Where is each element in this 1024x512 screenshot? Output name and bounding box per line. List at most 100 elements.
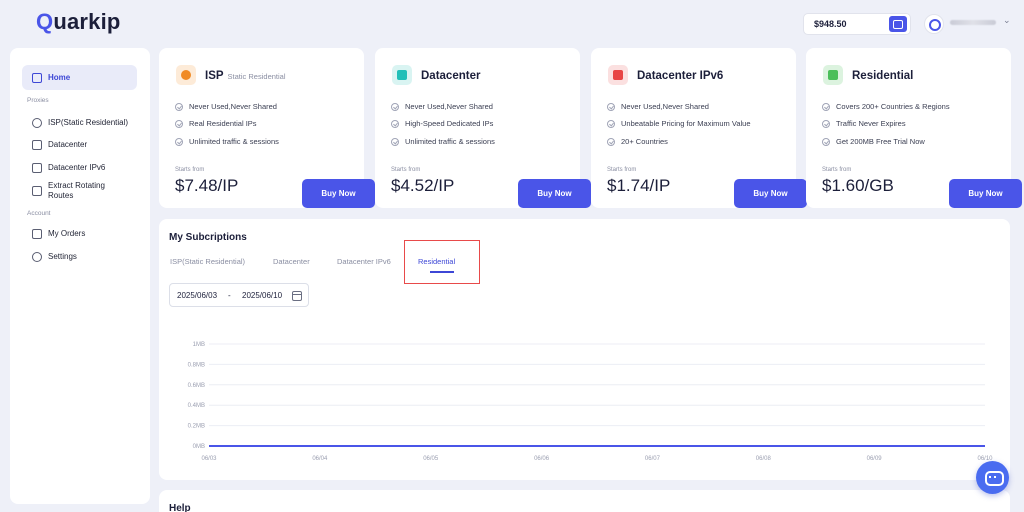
y-tick-label: 0.8MB <box>188 362 205 368</box>
starts-from-label: Starts from <box>607 167 637 173</box>
sidebar: Home Proxies ISP(Static Residential) Dat… <box>10 48 150 504</box>
help-title: Help <box>169 503 191 512</box>
starts-from-label: Starts from <box>391 167 421 173</box>
usage-chart: 0MB 0.2MB 0.4MB 0.6MB 0.8MB 1MB 06/03 06/04 06/0… <box>188 342 994 462</box>
check-icon <box>391 119 399 128</box>
section-proxies: Proxies <box>27 97 49 104</box>
check-icon <box>822 102 830 111</box>
x-tick-label: 06/06 <box>534 456 550 462</box>
top-header: Quarkip $948.50 ⌄ <box>0 0 1024 46</box>
feature-item: Never Used,Never Shared <box>391 102 493 111</box>
sidebar-item-my-orders[interactable]: My Orders <box>22 221 137 246</box>
server-icon <box>32 139 42 150</box>
check-icon <box>391 102 399 111</box>
product-card-residential: Residential Covers 200+ Countries & Regi… <box>806 48 1022 208</box>
feature-item: Unbeatable Pricing for Maximum Value <box>607 119 751 128</box>
buy-now-button[interactable]: Buy Now <box>302 179 375 208</box>
home-icon <box>32 72 42 83</box>
quarkip-logo[interactable]: Quarkip <box>36 9 121 35</box>
location-pin-icon <box>176 65 196 85</box>
card-title: Datacenter <box>421 70 481 82</box>
logo-rest: uarkip <box>53 9 121 34</box>
buy-now-button[interactable]: Buy Now <box>734 179 807 208</box>
balance-box: $948.50 <box>803 13 911 35</box>
check-icon <box>607 119 615 128</box>
sidebar-item-label: My Orders <box>48 228 86 238</box>
y-tick-label: 0.2MB <box>188 424 205 430</box>
buy-now-button[interactable]: Buy Now <box>949 179 1022 208</box>
balance-amount: $948.50 <box>814 19 847 29</box>
sidebar-item-label: Datacenter IPv6 <box>48 162 106 172</box>
avatar[interactable] <box>924 14 944 34</box>
feature-item: Never Used,Never Shared <box>175 102 277 111</box>
price: $1.74/IP <box>607 176 671 195</box>
product-card-datacenter: Datacenter Never Used,Never Shared High-… <box>375 48 591 208</box>
feature-item: Unlimited traffic & sessions <box>175 137 279 146</box>
x-tick-label: 06/08 <box>756 456 772 462</box>
check-icon <box>822 137 830 146</box>
y-tick-label: 0.6MB <box>188 383 205 389</box>
feature-item: Traffic Never Expires <box>822 119 906 128</box>
check-icon <box>822 119 830 128</box>
check-icon <box>391 137 399 146</box>
y-tick-label: 1MB <box>193 342 205 348</box>
card-title: ISP Static Residential <box>205 70 286 82</box>
feature-item: High-Speed Dedicated IPs <box>391 119 493 128</box>
orders-icon <box>32 228 42 239</box>
x-tick-label: 06/03 <box>201 456 217 462</box>
check-icon <box>175 119 183 128</box>
check-icon <box>607 137 615 146</box>
ipv6-icon <box>608 65 628 85</box>
server-icon <box>392 65 412 85</box>
sidebar-item-extract-rotating-routes[interactable]: Extract Rotating Routes <box>22 178 130 204</box>
x-tick-label: 06/05 <box>423 456 439 462</box>
card-subtitle: Static Residential <box>227 72 286 81</box>
sidebar-item-datacenter[interactable]: Datacenter <box>22 132 137 157</box>
y-tick-label: 0MB <box>193 444 205 450</box>
feature-item: Real Residential IPs <box>175 119 257 128</box>
chat-icon[interactable] <box>976 461 1009 494</box>
sidebar-item-label: Home <box>48 72 71 82</box>
sidebar-item-label: Extract Rotating Routes <box>48 181 105 200</box>
sidebar-item-datacenter-ipv6[interactable]: Datacenter IPv6 <box>22 155 137 180</box>
username-blurred[interactable] <box>950 20 996 25</box>
gear-icon <box>32 251 42 262</box>
sidebar-item-label: ISP(Static Residential) <box>48 117 129 127</box>
residential-icon <box>823 65 843 85</box>
feature-item: Unlimited traffic & sessions <box>391 137 495 146</box>
chevron-down-icon[interactable]: ⌄ <box>1003 15 1011 26</box>
y-tick-label: 0.4MB <box>188 403 205 409</box>
section-account: Account <box>27 210 51 217</box>
feature-item: Get 200MB Free Trial Now <box>822 137 925 146</box>
sidebar-item-home[interactable]: Home <box>22 65 137 90</box>
feature-item: 20+ Countries <box>607 137 668 146</box>
product-card-isp: ISP Static Residential Never Used,Never S… <box>159 48 375 208</box>
starts-from-label: Starts from <box>175 167 205 173</box>
x-tick-label: 06/04 <box>312 456 328 462</box>
check-icon <box>607 102 615 111</box>
price: $4.52/IP <box>391 176 455 195</box>
price: $7.48/IP <box>175 176 239 195</box>
sidebar-item-settings[interactable]: Settings <box>22 244 137 269</box>
location-pin-icon <box>32 117 42 128</box>
database-icon <box>32 186 42 196</box>
product-card-datacenter-ipv6: Datacenter IPv6 Never Used,Never Shared … <box>591 48 807 208</box>
starts-from-label: Starts from <box>822 167 852 173</box>
logo-q: Q <box>36 9 54 34</box>
x-tick-label: 06/09 <box>867 456 883 462</box>
help-panel: Help <box>159 490 1010 512</box>
wallet-icon[interactable] <box>889 16 907 32</box>
sidebar-item-label: Settings <box>48 251 77 261</box>
card-title: Datacenter IPv6 <box>637 70 724 82</box>
buy-now-button[interactable]: Buy Now <box>518 179 591 208</box>
sidebar-item-label: Datacenter <box>48 139 88 149</box>
feature-item: Never Used,Never Shared <box>607 102 709 111</box>
x-tick-label: 06/07 <box>645 456 661 462</box>
monitor-icon <box>32 162 42 173</box>
check-icon <box>175 137 183 146</box>
card-title: Residential <box>852 70 914 82</box>
price: $1.60/GB <box>822 176 894 195</box>
feature-item: Covers 200+ Countries & Regions <box>822 102 950 111</box>
subscriptions-panel: My Subcriptions ISP(Static Residential) … <box>159 219 1010 480</box>
check-icon <box>175 102 183 111</box>
